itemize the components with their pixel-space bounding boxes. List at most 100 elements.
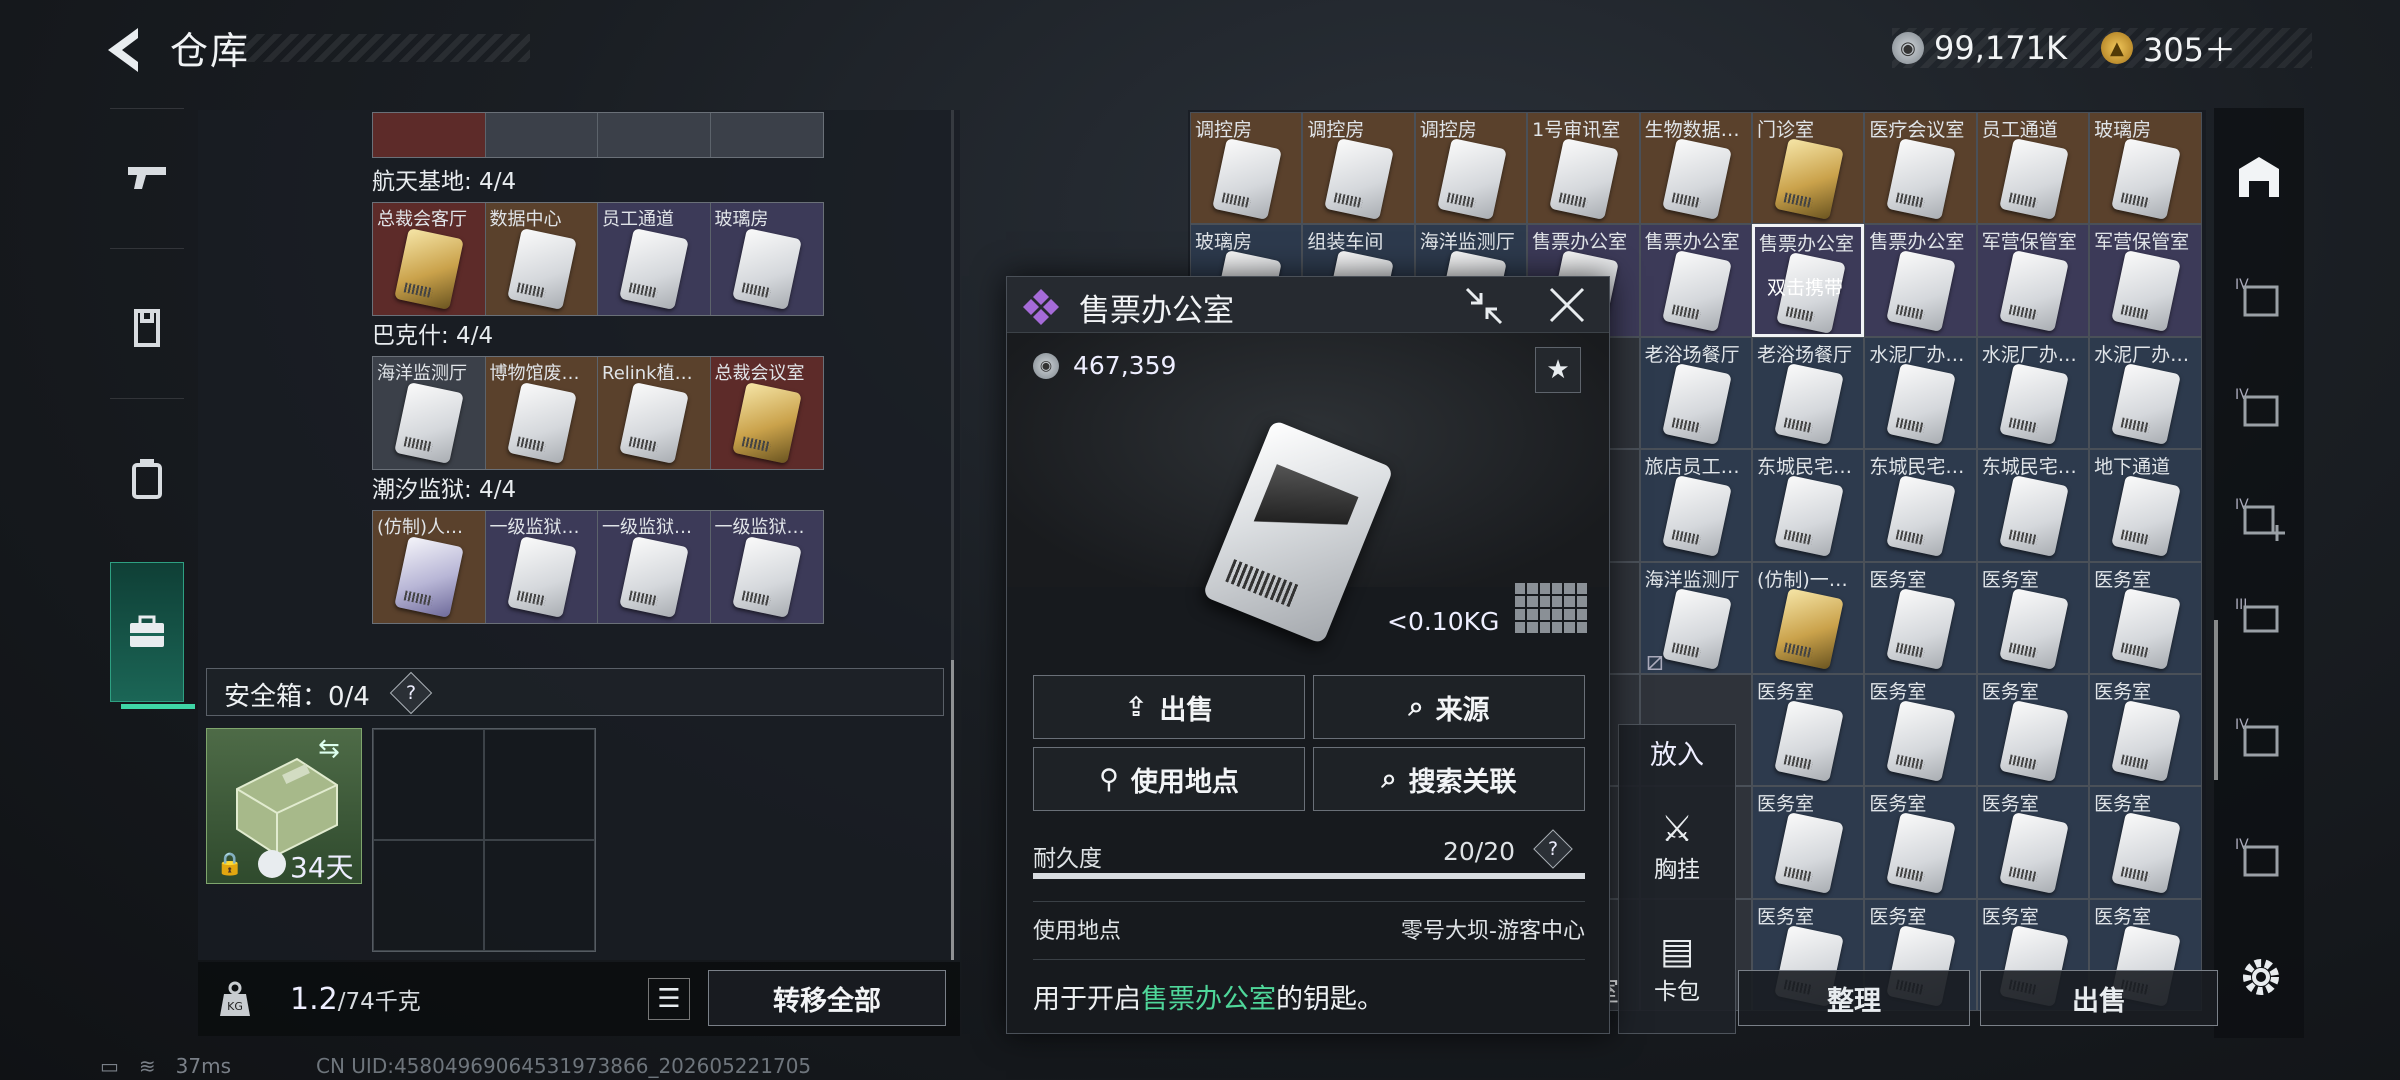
card-bag-icon: ▤ [1659,931,1694,972]
sell-item-button[interactable]: ⇪ 出售 [1033,675,1305,739]
storage-slot[interactable]: 医务室 [2089,673,2202,787]
safebox-slot[interactable] [373,729,484,840]
swap-icon[interactable]: ⇆ [318,734,340,764]
storage-slot[interactable]: 水泥厂办… [2089,336,2202,450]
storage-slot[interactable]: 医疗会议室 [1864,112,1977,225]
storage-slot[interactable]: 医务室 [1751,786,1865,899]
chest-rig-icon: ⚔ [1660,809,1694,850]
storage-slot[interactable]: 军营保管室 [1976,224,2090,337]
list-view-button[interactable]: ☰ [648,978,690,1020]
storage-slot[interactable]: (仿制)一… [1751,561,1865,674]
storage-slot[interactable]: 东城民宅… [1751,449,1865,562]
storage-slot[interactable]: 旅店员工… [1639,449,1752,562]
storage-slot[interactable]: 1号审讯室 [1527,112,1640,225]
double-click-hint: 双击携带 [1766,277,1843,300]
key-slot[interactable] [710,113,823,157]
key-slot[interactable]: 博物馆废… [485,357,598,469]
tab-storage-4d[interactable]: IV [2224,702,2294,772]
put-in-menu: 放入 ⚔ 胸挂 ▤ 卡包 [1618,724,1736,1034]
sell-button[interactable]: 出售 [1980,970,2218,1026]
key-slot[interactable]: 一级监狱… [598,511,711,623]
storage-slot[interactable]: 调控房 [1302,112,1415,225]
use-location-button[interactable]: ⚲ 使用地点 [1033,747,1305,811]
collapse-icon[interactable] [1463,285,1505,327]
storage-slot[interactable]: 水泥厂办… [1976,336,2090,450]
storage-slot[interactable]: 地下通道 [2089,449,2202,562]
key-slot[interactable]: 一级监狱… [485,511,598,623]
key-slot[interactable]: 海洋监测厅 [373,357,486,469]
back-button[interactable] [100,22,144,78]
storage-slot[interactable]: 售票办公室 双击携带 [1751,224,1865,337]
storage-slot[interactable]: 医务室 [1751,673,1865,787]
storage-slot[interactable]: 门诊室 [1751,112,1865,225]
close-icon[interactable] [1545,283,1589,327]
keycard-icon [1886,362,1957,445]
chest-rig-option[interactable]: ⚔ 胸挂 [1619,809,1735,884]
tab-storage-4b[interactable]: IV [2224,372,2294,442]
key-slot[interactable]: 总裁会客厅 [373,203,486,315]
storage-slot[interactable]: 调控房 [1190,112,1303,225]
favorite-button[interactable]: ★ [1535,347,1581,393]
nav-briefcase[interactable] [110,562,195,709]
key-slot[interactable]: Relink植… [598,357,711,469]
sort-button[interactable]: 整理 [1738,970,1970,1026]
storage-slot[interactable]: 医务室 [1976,673,2090,787]
storage-slot[interactable]: 老浴场餐厅 [1751,336,1865,450]
key-slot[interactable]: (仿制)人… [373,511,486,623]
nav-armor[interactable] [100,268,194,388]
storage-slot[interactable]: 军营保管室 [2089,224,2202,337]
help-label: ? [405,682,417,704]
key-slot[interactable]: 员工通道 [598,203,711,315]
storage-slot[interactable]: 医务室 [2089,786,2202,899]
storage-slot[interactable]: 调控房 [1414,112,1528,225]
storage-slot[interactable]: 老浴场餐厅 [1639,336,1752,450]
left-scrollbar-thumb[interactable] [951,660,954,960]
key-slot[interactable]: 数据中心 [485,203,598,315]
gold-amount[interactable]: 305＋ [2143,25,2236,71]
storage-slot[interactable]: 玻璃房 [2089,112,2202,225]
key-slot[interactable] [373,113,486,157]
storage-slot[interactable]: 售票办公室 [1639,224,1752,337]
nav-weapon[interactable] [100,118,194,238]
source-button[interactable]: ⌕ 来源 [1313,675,1585,739]
safebox-slot[interactable] [373,840,484,951]
durability-help-button[interactable]: ? [1533,829,1573,869]
storage-4-icon: IV [2235,387,2279,427]
storage-slot[interactable]: 售票办公室 [1864,224,1977,337]
key-slot[interactable] [598,113,711,157]
nav-backpack[interactable] [100,418,194,538]
tab-storage-4c[interactable]: IV [2224,482,2294,552]
storage-slot[interactable]: 生物数据… [1639,112,1752,225]
storage-slot-label: 员工通道 [1981,119,2058,141]
storage-scrollbar[interactable] [2214,620,2218,780]
storage-slot[interactable]: 医务室 [1976,786,2090,899]
key-slot[interactable]: 玻璃房 [710,203,823,315]
card-bag-option[interactable]: ▤ 卡包 [1619,931,1735,1006]
storage-slot-label: 医务室 [1756,793,1814,816]
storage-slot[interactable]: 员工通道 [1976,112,2090,225]
keycard-icon [1212,137,1282,221]
storage-slot-label: 医务室 [1869,793,1927,816]
storage-slot[interactable]: 医务室 [1864,561,1977,674]
storage-slot[interactable]: 医务室 [1864,673,1977,787]
key-slot[interactable]: 总裁会议室 [710,357,823,469]
storage-slot[interactable]: 东城民宅… [1976,449,2090,562]
tab-storage-4a[interactable]: IV [2224,262,2294,332]
tab-storage-3[interactable]: III [2224,582,2294,652]
transfer-all-button[interactable]: 转移全部 [708,970,946,1026]
storage-slot[interactable]: 医务室 [1864,786,1977,899]
key-slot[interactable] [485,113,598,157]
storage-slot[interactable]: 医务室 [2089,561,2202,674]
keycard-icon [506,535,577,619]
keycard-icon [1774,475,1844,558]
tab-storage-all[interactable] [2224,142,2294,212]
storage-slot[interactable]: 东城民宅… [1864,449,1977,562]
settings-button[interactable] [2236,952,2286,1002]
storage-slot[interactable]: 水泥厂办… [1864,336,1977,450]
key-slot[interactable]: 一级监狱… [710,511,823,623]
tab-storage-4e[interactable]: IV [2224,822,2294,892]
storage-slot[interactable]: 医务室 [1976,561,2090,674]
search-related-button[interactable]: ⌕ 搜索关联 [1313,747,1585,811]
safebox-slot[interactable] [484,840,595,951]
safebox-slot[interactable] [484,729,595,840]
